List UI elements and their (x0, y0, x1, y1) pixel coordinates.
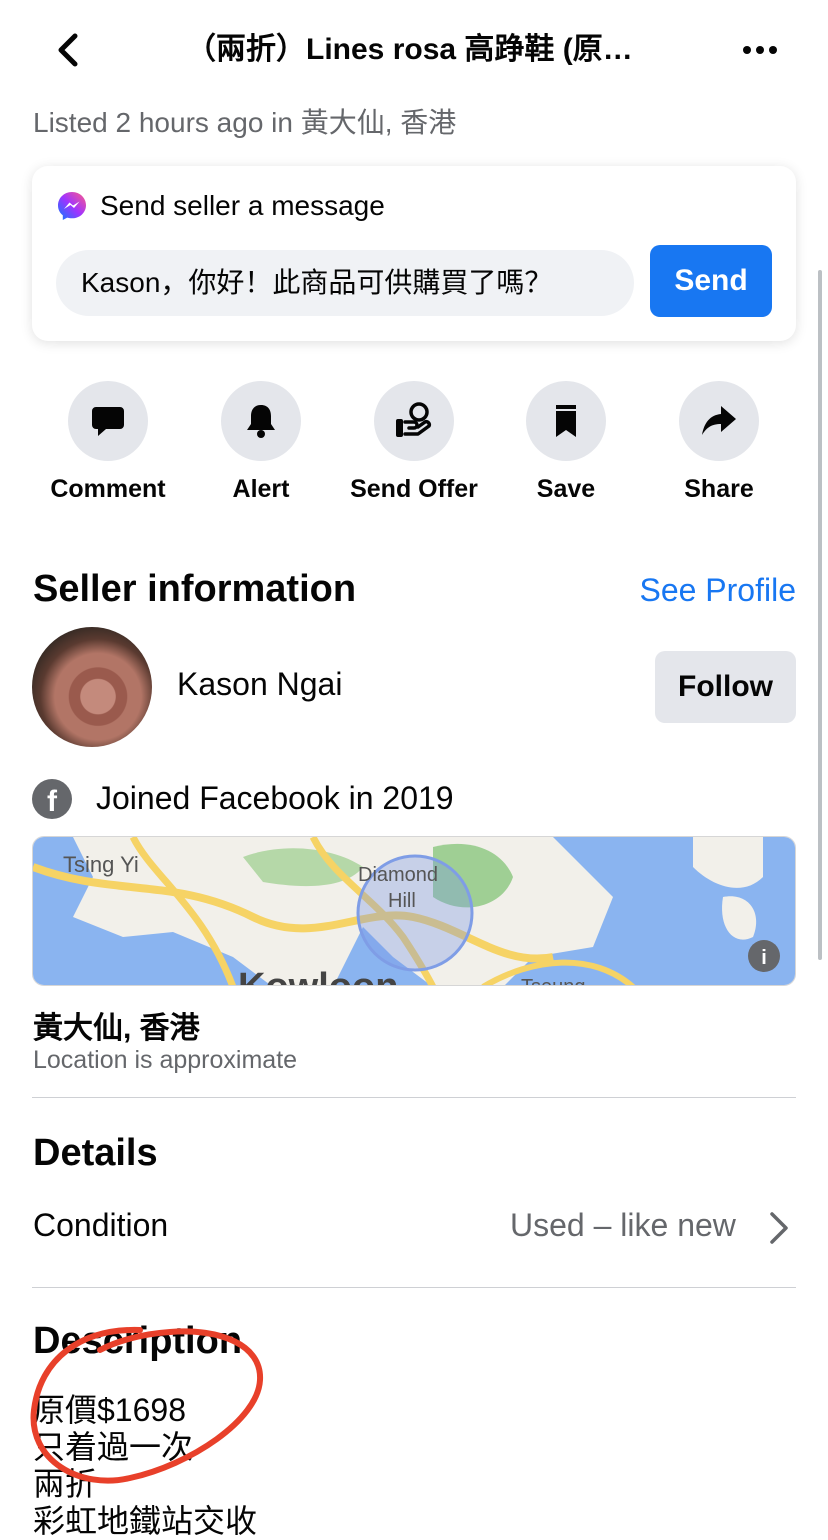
location-map[interactable]: Tsing Yi Diamond Hill Kowloon Tseung i (32, 836, 796, 986)
send-button[interactable]: Send (650, 245, 772, 317)
details-heading: Details (33, 1132, 158, 1174)
back-button[interactable] (48, 30, 88, 70)
joined-text: Joined Facebook in 2019 (96, 780, 454, 816)
see-profile-link[interactable]: See Profile (639, 572, 796, 609)
share-icon (702, 406, 736, 435)
alert-label: Alert (232, 475, 290, 503)
divider (32, 1097, 796, 1098)
info-icon-glyph: i (761, 947, 767, 969)
map-label: Diamond (358, 864, 438, 886)
location-name: 黃大仙, 香港 (33, 1012, 200, 1045)
map-label: Kowloon (238, 966, 398, 986)
map-label: Tseung (521, 976, 586, 986)
follow-button[interactable]: Follow (655, 651, 796, 723)
message-card-title-text: Send seller a message (100, 190, 385, 221)
seller-info-heading: Seller information (33, 568, 357, 610)
save-button[interactable]: Save (491, 381, 641, 504)
comment-icon (92, 407, 124, 436)
map-label: Hill (388, 890, 416, 912)
more-options-button[interactable] (738, 30, 782, 70)
divider (32, 1287, 796, 1288)
bell-icon (247, 405, 275, 438)
seller-name[interactable]: Kason Ngai (177, 666, 342, 703)
location-note: Location is approximate (33, 1046, 298, 1074)
condition-value[interactable]: Used – like new (510, 1207, 736, 1244)
scrollbar[interactable] (818, 270, 822, 960)
comment-button[interactable]: Comment (33, 381, 183, 504)
facebook-icon: f (32, 779, 72, 819)
share-button[interactable]: Share (644, 381, 794, 504)
send-offer-button[interactable]: Send Offer (339, 381, 489, 504)
chevron-left-icon (58, 33, 78, 67)
alert-button[interactable]: Alert (186, 381, 336, 504)
page-title: （兩折）Lines rosa 高踭鞋 (原… (186, 33, 633, 66)
avatar[interactable] (32, 627, 152, 747)
map-label: Tsing Yi (63, 852, 139, 877)
annotation-circle (30, 1326, 264, 1484)
map-graphic: Tsing Yi Diamond Hill Kowloon Tseung i (33, 837, 795, 986)
chevron-right-icon[interactable] (764, 1208, 794, 1248)
messenger-icon (58, 192, 86, 220)
offer-icon (396, 402, 432, 437)
save-label: Save (536, 475, 596, 503)
bookmark-icon (556, 405, 576, 437)
share-label: Share (684, 475, 754, 503)
condition-label: Condition (33, 1207, 169, 1243)
description-line: 彩虹地鐵站交收 (33, 1503, 258, 1539)
message-input[interactable] (56, 250, 634, 316)
message-card-title: Send seller a message (56, 186, 385, 226)
listed-info: Listed 2 hours ago in 黃大仙, 香港 (33, 107, 457, 138)
send-offer-label: Send Offer (350, 475, 478, 503)
comment-label: Comment (50, 475, 166, 503)
more-icon (743, 46, 751, 54)
